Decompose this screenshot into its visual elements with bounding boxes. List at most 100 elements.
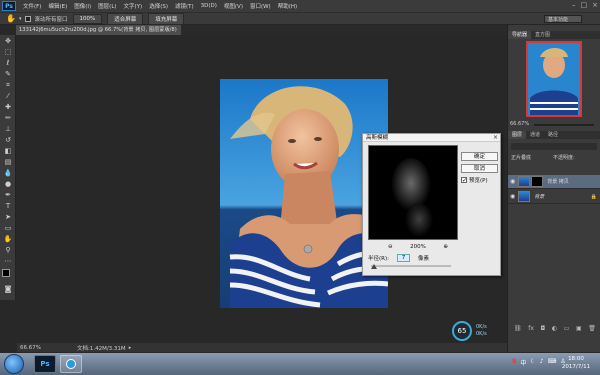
right-panels: 导航器 直方图 66.67% 图层 通道 路径 正片叠底 不透明度: ◉ 背景 … (507, 25, 600, 352)
preview-checkbox-row[interactable]: ✓ 预览(P) (461, 176, 488, 184)
type-tool-icon[interactable]: T (3, 202, 13, 211)
eraser-tool-icon[interactable]: ◧ (3, 147, 13, 156)
tab-histogram[interactable]: 直方图 (531, 31, 554, 39)
scroll-all-windows-checkbox[interactable] (25, 15, 32, 22)
ok-button[interactable]: 确定 (461, 152, 498, 161)
menu-help[interactable]: 帮助(H) (278, 2, 297, 10)
menu-window[interactable]: 窗口(W) (250, 2, 271, 10)
workspace-select[interactable]: 基本功能 (544, 15, 582, 23)
dodge-tool-icon[interactable]: ● (3, 180, 13, 189)
marquee-tool-icon[interactable]: ⬚ (3, 48, 13, 57)
brush-tool-icon[interactable]: ✏ (3, 114, 13, 123)
layer-thumbnail (518, 176, 531, 187)
path-select-tool-icon[interactable]: ➤ (3, 213, 13, 222)
zoom-100-button[interactable]: 100% (72, 13, 103, 24)
cancel-button[interactable]: 取消 (461, 164, 498, 173)
healing-brush-tool-icon[interactable]: ✚ (3, 103, 13, 112)
zoom-tool-icon[interactable]: ⚲ (3, 246, 13, 255)
document-tab[interactable]: 133142j6mu5uch2ru200d.jpg @ 66.7%(背景 拷贝,… (16, 25, 181, 35)
zoom-in-icon[interactable]: ⊕ (443, 244, 448, 250)
layer-row[interactable]: ◉ 背景 🔒 (508, 190, 600, 204)
fx-icon[interactable]: fx (528, 325, 534, 333)
navigator-zoom-slider[interactable] (534, 124, 594, 126)
trash-icon[interactable]: 🗑 (588, 325, 596, 333)
radius-slider-track[interactable] (371, 265, 451, 267)
network-meter: 65 0K/s 0K/s (452, 320, 500, 342)
menu-view[interactable]: 视图(V) (224, 2, 243, 10)
keyboard-icon[interactable]: ⌨ (548, 358, 557, 367)
mask-icon[interactable]: ◘ (541, 325, 546, 333)
folder-icon[interactable]: ▭ (564, 325, 570, 333)
layer-name[interactable]: 背景 (534, 193, 544, 200)
navigator-preview[interactable] (526, 41, 582, 117)
gaussian-blur-dialog: 高斯模糊 × 确定 取消 ✓ 预览(P) ⊖ 200% ⊕ 半径(R): 7 像… (362, 133, 501, 276)
navigator-thumbnail (528, 43, 580, 115)
close-icon[interactable]: × (592, 1, 598, 9)
status-zoom[interactable]: 66.67% (20, 345, 41, 351)
hand-tool-icon[interactable]: ✋ (6, 14, 16, 23)
link-icon[interactable]: ⛓ (514, 325, 522, 333)
fill-screen-button[interactable]: 填充屏幕 (148, 12, 185, 25)
navigator-zoom[interactable]: 66.67% (510, 121, 529, 127)
adjustment-icon[interactable]: ◐ (552, 325, 557, 333)
menu-3d[interactable]: 3D(D) (201, 3, 217, 9)
system-clock[interactable]: 18:00 2017/7/11 (556, 355, 596, 371)
pen-tool-icon[interactable]: ✒ (3, 191, 13, 200)
status-doc-info: 文档:1.42M/3.31M (76, 345, 126, 352)
fit-screen-button[interactable]: 适合屏幕 (107, 12, 144, 25)
new-layer-icon[interactable]: ▣ (576, 325, 582, 333)
zoom-out-icon[interactable]: ⊖ (388, 244, 393, 250)
eye-icon[interactable]: ◉ (510, 178, 515, 185)
layer-filter-row[interactable] (511, 143, 597, 150)
layer-row[interactable]: ◉ 背景 拷贝 (508, 175, 600, 189)
preview-checkbox[interactable]: ✓ (461, 177, 467, 184)
ime-chinese-icon[interactable]: 中 (520, 358, 526, 367)
menu-filter[interactable]: 滤镜(T) (175, 2, 194, 10)
menu-edit[interactable]: 编辑(E) (48, 2, 67, 10)
foreground-color-swatch[interactable] (2, 269, 10, 277)
blend-mode-select[interactable]: 正片叠底 (511, 154, 531, 161)
tab-navigator[interactable]: 导航器 (508, 31, 532, 39)
lasso-tool-icon[interactable]: ℓ (3, 59, 13, 68)
tab-layers[interactable]: 图层 (508, 131, 527, 139)
more-tools-icon[interactable]: ⋯ (3, 257, 13, 266)
microphone-icon[interactable]: ♪ (540, 358, 544, 367)
maximize-icon[interactable]: □ (581, 1, 588, 9)
menu-layer[interactable]: 图层(L) (98, 2, 116, 10)
tab-paths[interactable]: 路径 (544, 131, 562, 139)
clone-stamp-tool-icon[interactable]: ⊥ (3, 125, 13, 134)
layer-mask-thumbnail[interactable] (531, 176, 544, 187)
status-bar: 66.67% 文档:1.42M/3.31M ▸ (17, 343, 507, 352)
menu-file[interactable]: 文件(F) (23, 2, 41, 10)
layer-name[interactable]: 背景 拷贝 (547, 178, 569, 185)
close-icon[interactable]: × (493, 134, 498, 141)
photoshop-taskbar-icon[interactable]: Ps (34, 355, 56, 373)
history-brush-tool-icon[interactable]: ↺ (3, 136, 13, 145)
tab-channels[interactable]: 通道 (526, 131, 544, 139)
network-percent[interactable]: 65 (452, 321, 472, 341)
menu-type[interactable]: 文字(Y) (124, 2, 143, 10)
shape-tool-icon[interactable]: ▭ (3, 224, 13, 233)
radius-input[interactable]: 7 (396, 253, 410, 262)
quick-mask-icon[interactable]: ◙ (3, 285, 13, 294)
radius-slider-thumb[interactable] (371, 264, 377, 269)
preview-zoom-row: ⊖ 200% ⊕ (388, 243, 448, 251)
chevron-down-icon[interactable]: ▾ (19, 16, 22, 22)
moon-icon[interactable]: ☾ (530, 358, 535, 367)
status-arrow-icon[interactable]: ▸ (129, 345, 132, 351)
eyedropper-tool-icon[interactable]: ⁄ (3, 92, 13, 101)
eye-icon[interactable]: ◉ (510, 193, 515, 200)
hand-tool-icon[interactable]: ✋ (3, 235, 13, 244)
quick-select-tool-icon[interactable]: ✎ (3, 70, 13, 79)
gradient-tool-icon[interactable]: ▤ (3, 158, 13, 167)
minimize-icon[interactable]: – (572, 1, 576, 9)
crop-tool-icon[interactable]: ⌗ (3, 81, 13, 90)
start-button[interactable] (4, 354, 24, 374)
blur-tool-icon[interactable]: 💧 (3, 169, 13, 178)
sogou-ime-icon[interactable]: S (512, 358, 516, 367)
blur-preview[interactable] (368, 145, 458, 240)
menu-select[interactable]: 选择(S) (149, 2, 168, 10)
menu-image[interactable]: 图像(I) (74, 2, 91, 10)
browser-taskbar-icon[interactable] (60, 355, 82, 373)
move-tool-icon[interactable]: ✥ (3, 37, 13, 46)
